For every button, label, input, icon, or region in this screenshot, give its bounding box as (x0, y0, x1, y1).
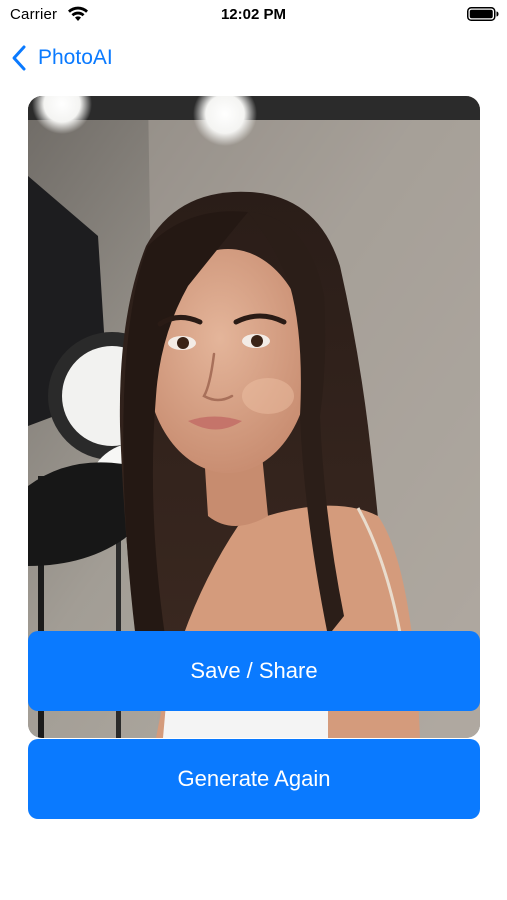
save-share-label: Save / Share (190, 658, 318, 683)
navigation-bar: PhotoAI (0, 38, 507, 78)
back-button-label: PhotoAI (38, 46, 113, 69)
chevron-left-icon (12, 45, 26, 71)
status-bar: Carrier 12:02 PM (0, 0, 507, 30)
save-share-button[interactable]: Save / Share (28, 631, 480, 711)
clock-label: 12:02 PM (220, 6, 287, 23)
battery-icon (467, 7, 499, 21)
back-button[interactable]: PhotoAI (10, 42, 113, 74)
generate-again-label: Generate Again (177, 766, 331, 791)
generate-again-button[interactable]: Generate Again (28, 739, 480, 819)
